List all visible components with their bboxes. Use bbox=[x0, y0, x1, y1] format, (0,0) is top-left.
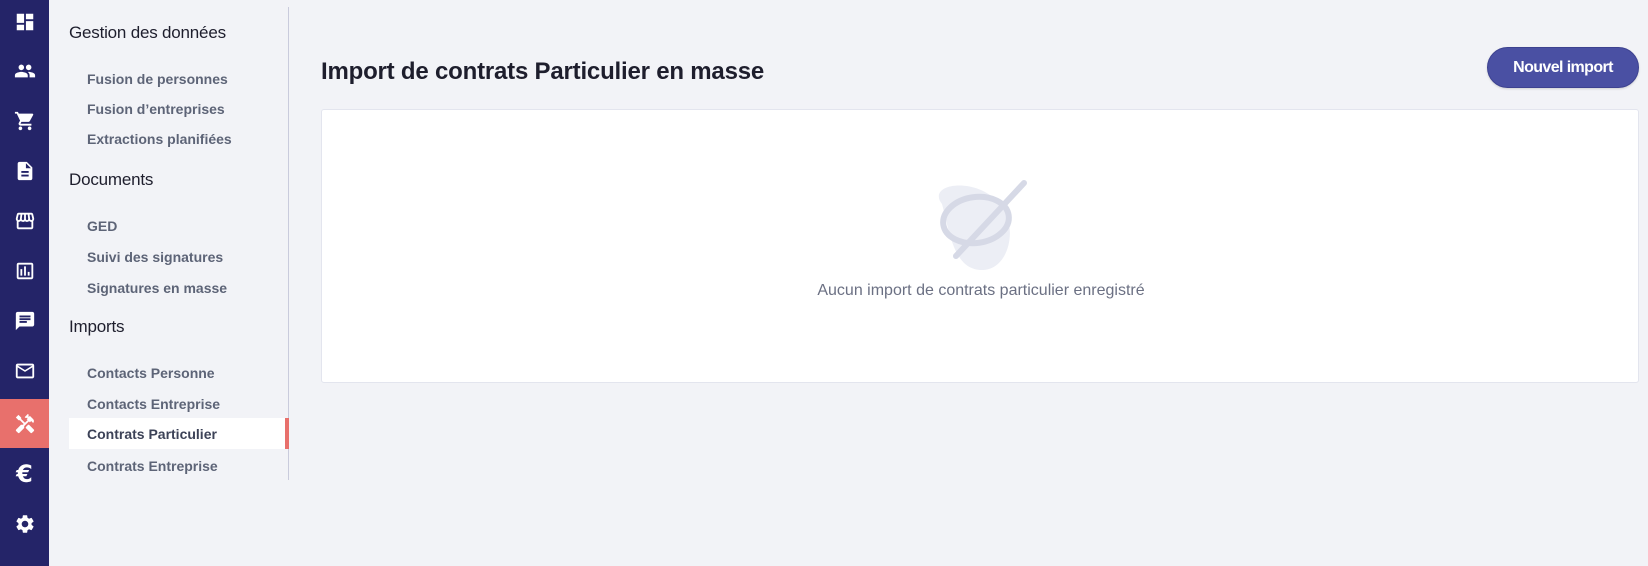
rail-finance[interactable]: € bbox=[0, 449, 49, 498]
rail-people[interactable] bbox=[0, 46, 49, 95]
menu-item-import-individual-contracts[interactable]: Contrats Particulier bbox=[69, 418, 289, 449]
empty-state-message: Aucun import de contrats particulier enr… bbox=[817, 282, 1145, 299]
menu-item-scheduled-extractions[interactable]: Extractions planifiées bbox=[69, 123, 289, 154]
imports-empty-card: Aucun import de contrats particulier enr… bbox=[321, 109, 1639, 383]
document-icon bbox=[17, 161, 32, 180]
menu-group-title-imports: Imports bbox=[69, 317, 125, 336]
empty-state-icon bbox=[938, 180, 1027, 271]
menu-item-signature-tracking[interactable]: Suivi des signatures bbox=[69, 241, 289, 272]
rail-dashboard[interactable] bbox=[0, 0, 49, 46]
rail-tools[interactable] bbox=[0, 399, 49, 448]
menu-item-merge-companies[interactable]: Fusion d’entreprises bbox=[69, 93, 289, 124]
app-root: € Gestion des données Fusion de personne… bbox=[0, 0, 1648, 566]
cart-icon bbox=[14, 111, 33, 130]
rail-messages[interactable] bbox=[0, 296, 49, 345]
mail-icon bbox=[15, 363, 34, 378]
menu-group-title-documents: Documents bbox=[69, 170, 154, 189]
chart-icon bbox=[16, 262, 33, 279]
euro-icon: € bbox=[16, 459, 33, 488]
rail-mail[interactable] bbox=[0, 346, 49, 395]
menu-item-import-person-contacts[interactable]: Contacts Personne bbox=[69, 357, 289, 388]
settings-icon bbox=[15, 514, 34, 533]
icon-rail: € bbox=[0, 0, 49, 566]
menu-item-merge-persons[interactable]: Fusion de personnes bbox=[69, 63, 289, 94]
menu-group-title-data: Gestion des données bbox=[69, 23, 226, 42]
rail-store[interactable] bbox=[0, 196, 49, 245]
tools-icon bbox=[15, 413, 34, 433]
rail-cart[interactable] bbox=[0, 96, 49, 145]
menu-item-bulk-signatures[interactable]: Signatures en masse bbox=[69, 272, 289, 303]
people-icon bbox=[14, 64, 35, 77]
new-import-button[interactable]: Nouvel import bbox=[1487, 47, 1639, 88]
store-icon bbox=[15, 212, 34, 229]
admin-submenu: Gestion des données Fusion de personnes … bbox=[49, 7, 289, 480]
chat-icon bbox=[15, 311, 34, 330]
dashboard-icon bbox=[16, 13, 33, 30]
menu-item-ged[interactable]: GED bbox=[69, 210, 289, 241]
menu-item-import-company-contacts[interactable]: Contacts Entreprise bbox=[69, 388, 289, 419]
page-title: Import de contrats Particulier en masse bbox=[321, 58, 765, 85]
rail-settings[interactable] bbox=[0, 499, 49, 548]
rail-reports[interactable] bbox=[0, 246, 49, 295]
menu-item-import-company-contracts[interactable]: Contrats Entreprise bbox=[69, 450, 289, 481]
rail-documents[interactable] bbox=[0, 146, 49, 195]
